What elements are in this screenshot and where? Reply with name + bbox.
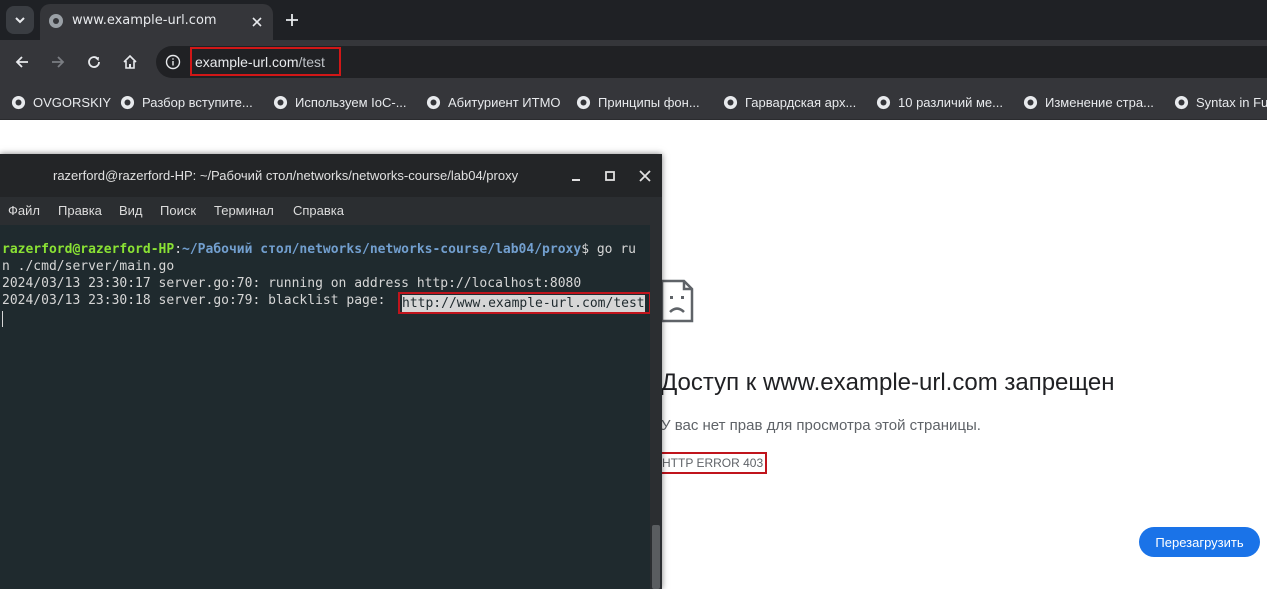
info-icon	[165, 54, 181, 70]
menu-search[interactable]: Поиск	[160, 203, 196, 218]
screen: www.example-url.com example-url.com/test…	[0, 0, 1267, 589]
bookmark-item[interactable]: Используем IoC-...	[273, 92, 407, 112]
browser-toolbar: example-url.com/test	[0, 40, 1267, 84]
menu-terminal[interactable]: Терминал	[214, 203, 274, 218]
bookmark-label: Используем IoC-...	[295, 94, 407, 110]
bookmark-item[interactable]: Абитуриент ИТМО	[426, 92, 561, 112]
maximize-icon	[605, 171, 615, 181]
globe-icon	[49, 14, 63, 28]
log-line-blacklist: 2024/03/13 23:30:18 server.go:79: blackl…	[2, 293, 394, 308]
address-bar[interactable]: example-url.com/test	[156, 46, 1267, 78]
menu-file[interactable]: Файл	[8, 203, 40, 218]
prompt-separator: :	[174, 242, 183, 257]
bookmark-label: Гарвардская арх...	[745, 94, 857, 110]
globe-icon	[426, 95, 441, 109]
globe-icon	[723, 95, 738, 109]
back-button[interactable]	[10, 50, 34, 74]
url-host: example-url.com	[195, 54, 299, 70]
error-code: HTTP ERROR 403	[662, 456, 764, 470]
terminal-menubar: Файл Правка Вид Поиск Терминал Справка	[0, 197, 662, 225]
prompt-user: razerford@razerford-HP	[2, 242, 175, 257]
maximize-button[interactable]	[600, 166, 620, 186]
log-line-running: 2024/03/13 23:30:17 server.go:70: runnin…	[2, 276, 582, 291]
chevron-down-icon	[15, 17, 25, 24]
prompt-path: ~/Рабочий стол/networks/networks-course/…	[182, 242, 582, 257]
terminal-window: razerford@razerford-HP: ~/Рабочий стол/n…	[0, 154, 662, 589]
bookmark-label: OVGORSKIY	[33, 94, 112, 110]
url-path: /test	[298, 54, 325, 70]
globe-icon	[876, 95, 891, 109]
blacklist-url-highlight-box: http://www.example-url.com/test	[398, 292, 651, 314]
bookmark-label: 10 различий ме...	[898, 94, 1003, 110]
minimize-button[interactable]	[566, 166, 586, 186]
forward-button[interactable]	[46, 50, 70, 74]
error-code-highlight-box: HTTP ERROR 403	[654, 452, 767, 474]
globe-icon	[1174, 95, 1189, 109]
globe-icon	[1023, 95, 1038, 109]
prompt-line: razerford@razerford-HP:~/Рабочий стол/ne…	[2, 241, 636, 258]
error-description: У вас нет прав для просмотра этой страни…	[661, 417, 981, 434]
tab-close-button[interactable]	[247, 12, 267, 32]
url-text[interactable]: example-url.com/test	[195, 54, 325, 70]
arrow-left-icon	[15, 56, 28, 68]
globe-icon	[576, 95, 591, 109]
bookmark-item[interactable]: Принципы фон...	[576, 92, 700, 112]
site-info-button[interactable]	[162, 51, 184, 73]
terminal-title: razerford@razerford-HP: ~/Рабочий стол/n…	[53, 168, 519, 183]
menu-help[interactable]: Справка	[293, 203, 344, 218]
scrollbar-thumb[interactable]	[652, 525, 660, 589]
arrow-right-icon	[52, 56, 65, 68]
home-icon	[123, 54, 137, 69]
globe-icon	[11, 95, 26, 109]
bookmark-item[interactable]: Syntax in Fu	[1174, 92, 1267, 112]
prompt-command: $ go ru	[581, 242, 636, 257]
bookmark-label: Изменение стра...	[1045, 94, 1154, 110]
command-wrap-line: n ./cmd/server/main.go	[2, 259, 175, 274]
tab-strip: www.example-url.com	[0, 0, 1267, 40]
tab-search-button[interactable]	[6, 6, 34, 34]
menu-view[interactable]: Вид	[119, 203, 143, 218]
terminal-scrollbar[interactable]	[650, 225, 662, 589]
new-tab-button[interactable]	[280, 8, 304, 32]
bookmark-label: Абитуриент ИТМО	[448, 94, 561, 110]
menu-edit[interactable]: Правка	[58, 203, 102, 218]
globe-icon	[273, 95, 288, 109]
close-icon	[639, 170, 651, 182]
error-title: Доступ к www.example-url.com запрещен	[661, 369, 1115, 396]
terminal-output[interactable]: razerford@razerford-HP:~/Рабочий стол/ne…	[0, 225, 651, 589]
bookmark-item[interactable]: Разбор вступите...	[120, 92, 253, 112]
bookmarks-bar: OVGORSKIY Разбор вступите... Используем …	[0, 84, 1267, 120]
bookmark-item[interactable]: Изменение стра...	[1023, 92, 1154, 112]
bookmark-label: Syntax in Fu	[1196, 94, 1267, 110]
home-button[interactable]	[118, 50, 142, 74]
bookmark-item[interactable]: Гарвардская арх...	[723, 92, 856, 112]
tab-title: www.example-url.com	[72, 13, 217, 28]
close-icon	[252, 17, 262, 27]
bookmark-label: Разбор вступите...	[142, 94, 253, 110]
reload-toolbar-button[interactable]	[82, 50, 106, 74]
minimize-icon	[572, 179, 580, 181]
blacklist-url: http://www.example-url.com/test	[402, 295, 645, 312]
reload-icon	[88, 56, 100, 68]
text-cursor	[2, 311, 3, 327]
url-highlight-box: example-url.com/test	[190, 47, 341, 76]
globe-icon	[120, 95, 135, 109]
bookmark-item[interactable]: 10 различий ме...	[876, 92, 1003, 112]
terminal-close-button[interactable]	[635, 166, 655, 186]
bookmark-item[interactable]: OVGORSKIY	[11, 92, 111, 112]
tab-active[interactable]: www.example-url.com	[40, 4, 273, 40]
terminal-titlebar[interactable]: razerford@razerford-HP: ~/Рабочий стол/n…	[0, 154, 662, 197]
plus-icon	[286, 14, 298, 26]
bookmark-label: Принципы фон...	[598, 94, 700, 110]
sad-page-icon	[660, 279, 694, 323]
reload-page-button[interactable]: Перезагрузить	[1139, 527, 1260, 557]
